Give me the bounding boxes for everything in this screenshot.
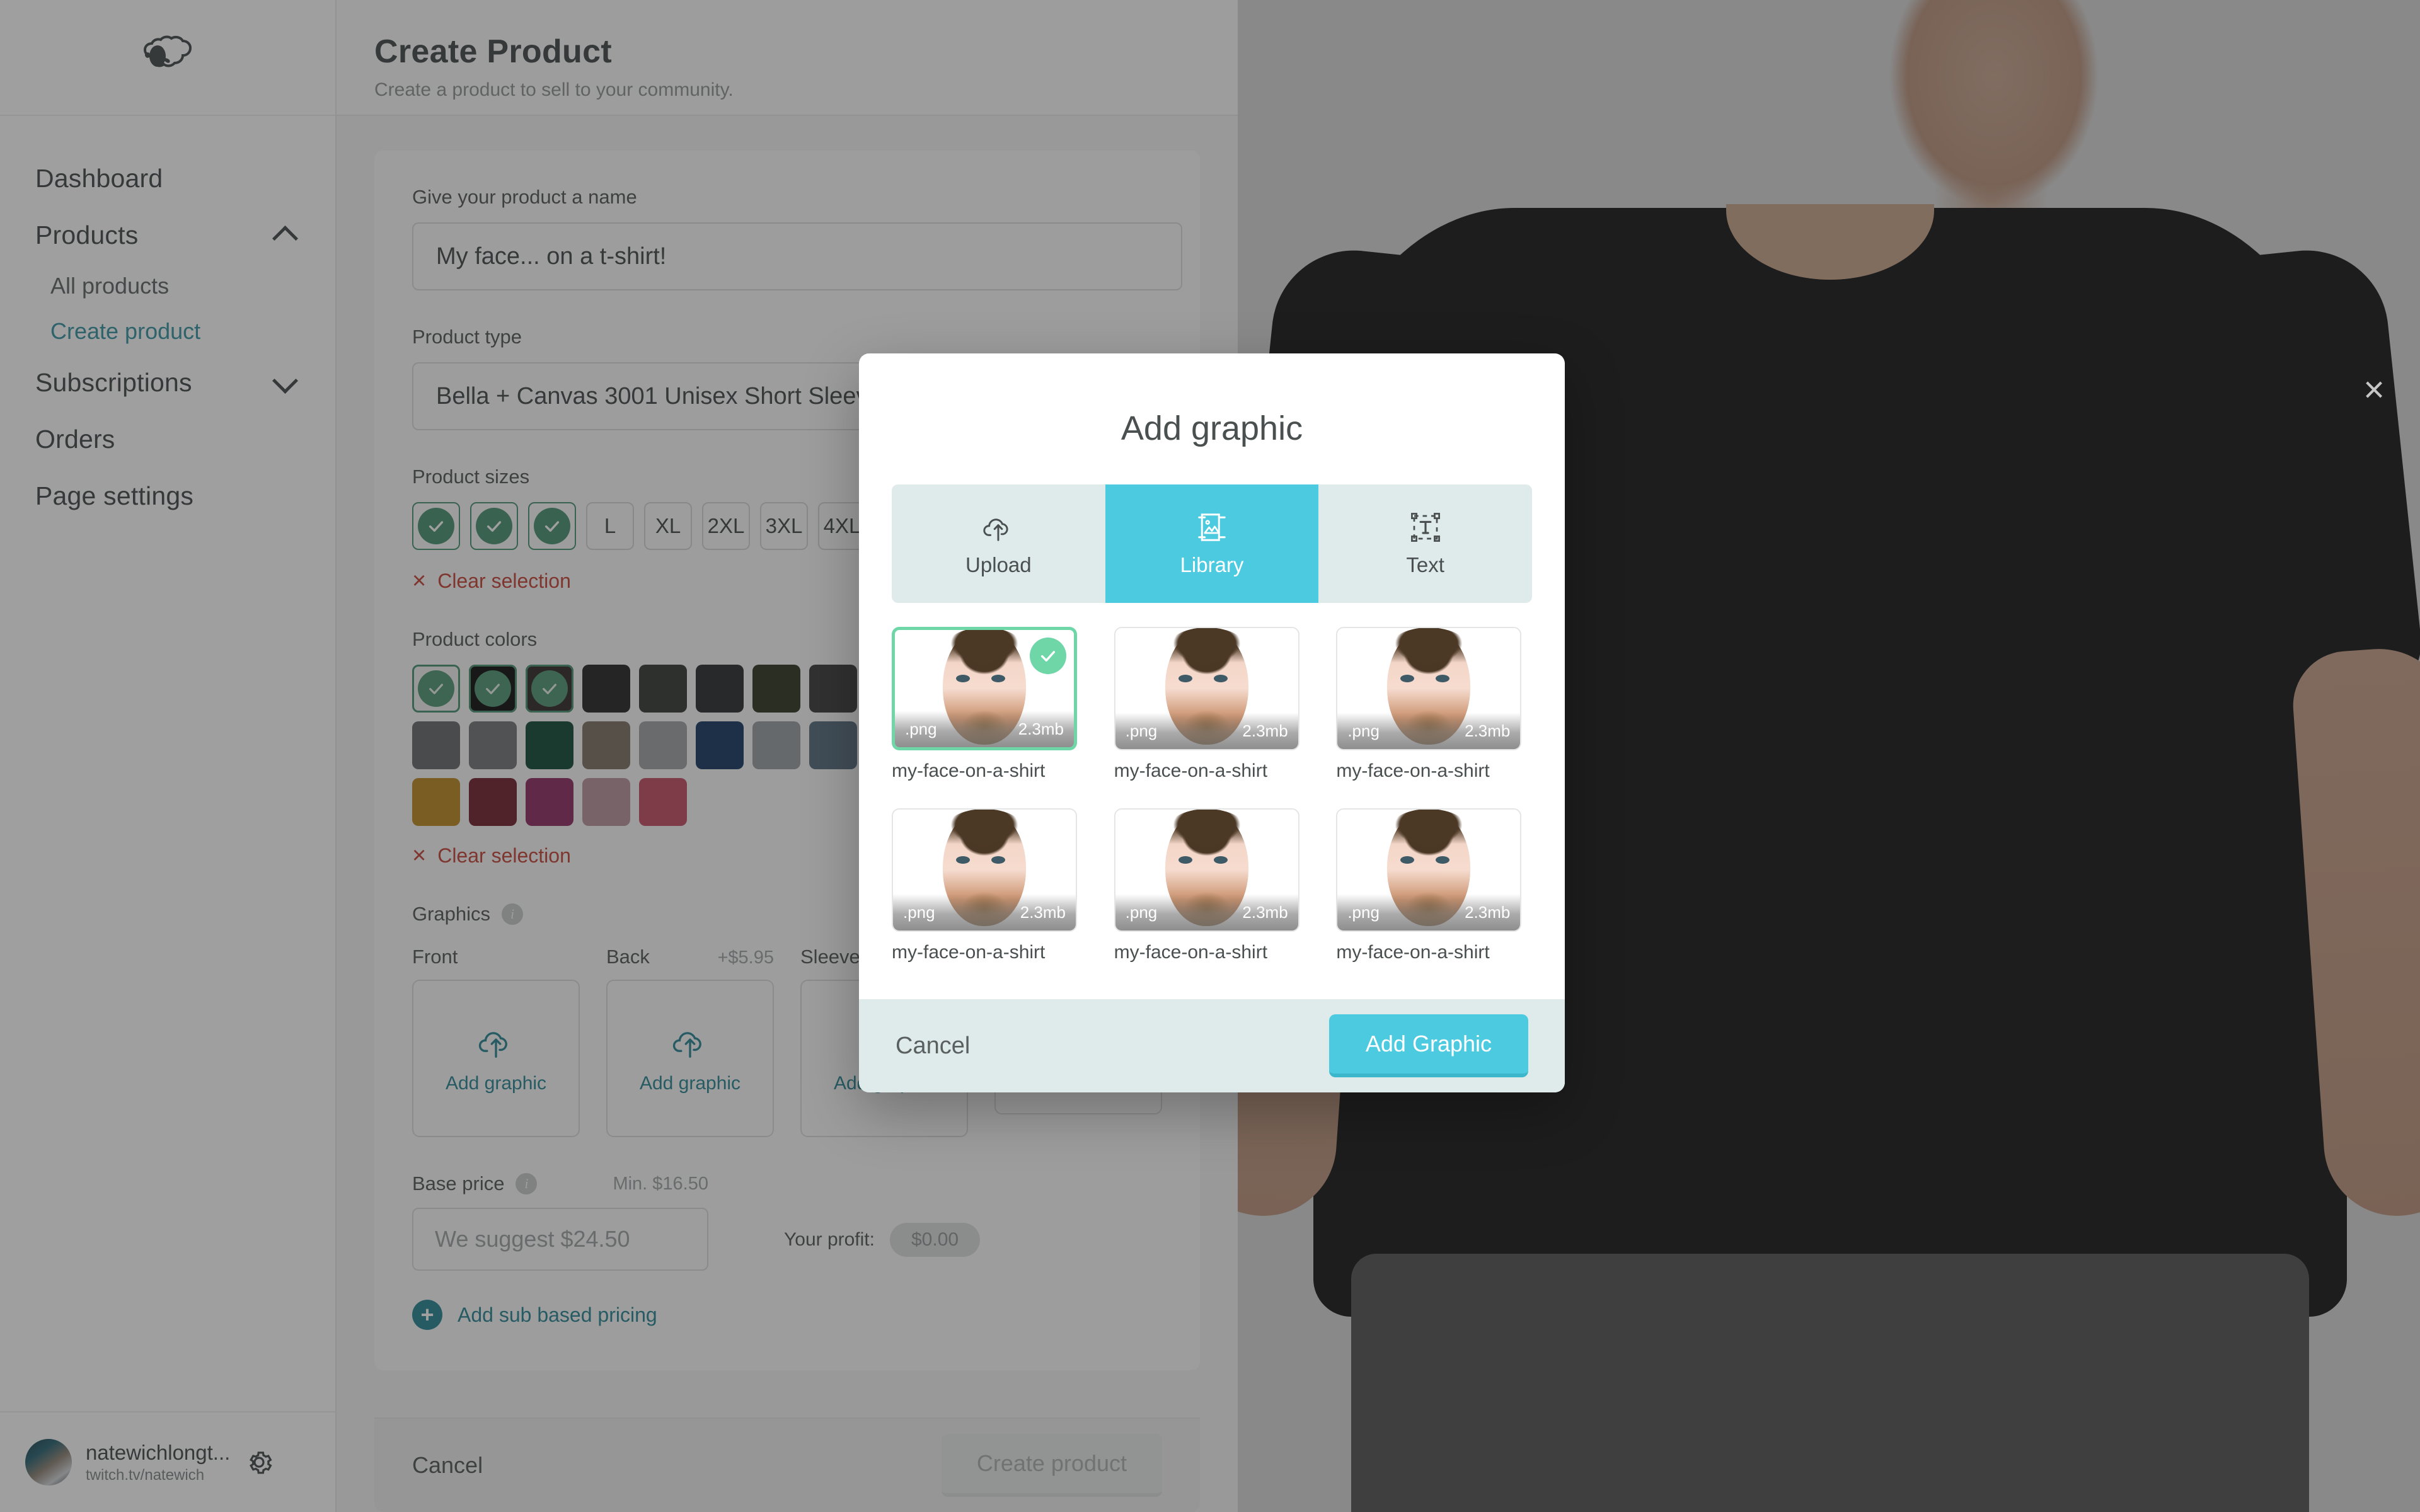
tab-library-label: Library: [1180, 553, 1244, 576]
file-size: 2.3mb: [1018, 719, 1064, 738]
file-extension: .png: [905, 719, 937, 738]
thumbnail-meta: .png 2.3mb: [1115, 713, 1298, 749]
image-frame-icon: [1198, 513, 1226, 541]
app-root: Dashboard Products All products Create p…: [0, 0, 2420, 1512]
thumbnail-meta: .png 2.3mb: [1337, 713, 1521, 749]
library-thumbnail[interactable]: .png 2.3mb: [892, 627, 1077, 750]
modal-title: Add graphic: [1121, 410, 1303, 447]
thumbnail-meta: .png 2.3mb: [895, 711, 1074, 747]
close-icon[interactable]: ×: [2363, 372, 2385, 408]
file-size: 2.3mb: [1465, 721, 1511, 740]
thumbnail-meta: .png 2.3mb: [1337, 894, 1521, 931]
library-item[interactable]: .png 2.3mb my-face-on-a-shirt: [1114, 808, 1299, 963]
library-grid: .png 2.3mb my-face-on-a-shirt .png 2.3mb my-f…: [892, 627, 1532, 963]
add-graphic-modal: Add graphic Upload Library Text .png 2.3…: [859, 353, 1565, 1092]
library-item-name: my-face-on-a-shirt: [1336, 942, 1490, 963]
file-extension: .png: [1347, 721, 1380, 740]
tab-library[interactable]: Library: [1105, 484, 1319, 603]
library-item-name: my-face-on-a-shirt: [1114, 760, 1268, 781]
tab-text[interactable]: Text: [1318, 484, 1532, 603]
file-extension: .png: [1347, 902, 1380, 922]
file-size: 2.3mb: [1242, 902, 1288, 922]
library-item[interactable]: .png 2.3mb my-face-on-a-shirt: [892, 808, 1077, 963]
modal-tab-group: Upload Library Text: [892, 484, 1532, 603]
library-item-name: my-face-on-a-shirt: [892, 942, 1046, 963]
cloud-upload-icon: [983, 518, 1008, 541]
library-thumbnail[interactable]: .png 2.3mb: [1336, 808, 1522, 932]
library-thumbnail[interactable]: .png 2.3mb: [1114, 627, 1299, 750]
modal-cancel-button[interactable]: Cancel: [896, 1033, 970, 1060]
modal-action-bar: Cancel Add Graphic: [859, 999, 1565, 1092]
tab-upload-label: Upload: [965, 553, 1032, 576]
library-item[interactable]: .png 2.3mb my-face-on-a-shirt: [1114, 627, 1299, 782]
library-item-name: my-face-on-a-shirt: [1336, 760, 1490, 781]
add-graphic-button[interactable]: Add Graphic: [1328, 1014, 1528, 1077]
library-scroll-area[interactable]: .png 2.3mb my-face-on-a-shirt .png 2.3mb my-f…: [859, 603, 1565, 999]
file-extension: .png: [1125, 902, 1158, 922]
library-thumbnail[interactable]: .png 2.3mb: [892, 808, 1077, 932]
library-item-name: my-face-on-a-shirt: [1114, 942, 1268, 963]
library-thumbnail[interactable]: .png 2.3mb: [1336, 627, 1522, 750]
file-size: 2.3mb: [1020, 902, 1066, 922]
library-item-name: my-face-on-a-shirt: [892, 760, 1046, 781]
check-icon: [1030, 638, 1066, 674]
library-item[interactable]: .png 2.3mb my-face-on-a-shirt: [1336, 627, 1522, 782]
library-item[interactable]: .png 2.3mb my-face-on-a-shirt: [1336, 808, 1522, 963]
thumbnail-meta: .png 2.3mb: [1115, 894, 1298, 931]
file-size: 2.3mb: [1465, 902, 1511, 922]
file-extension: .png: [1125, 721, 1158, 740]
library-thumbnail[interactable]: .png 2.3mb: [1114, 808, 1299, 932]
tab-text-label: Text: [1406, 553, 1444, 576]
library-item[interactable]: .png 2.3mb my-face-on-a-shirt: [892, 627, 1077, 782]
tab-upload[interactable]: Upload: [892, 484, 1105, 603]
thumbnail-meta: .png 2.3mb: [893, 894, 1076, 931]
file-size: 2.3mb: [1242, 721, 1288, 740]
file-extension: .png: [903, 902, 935, 922]
text-box-icon: [1410, 513, 1440, 542]
